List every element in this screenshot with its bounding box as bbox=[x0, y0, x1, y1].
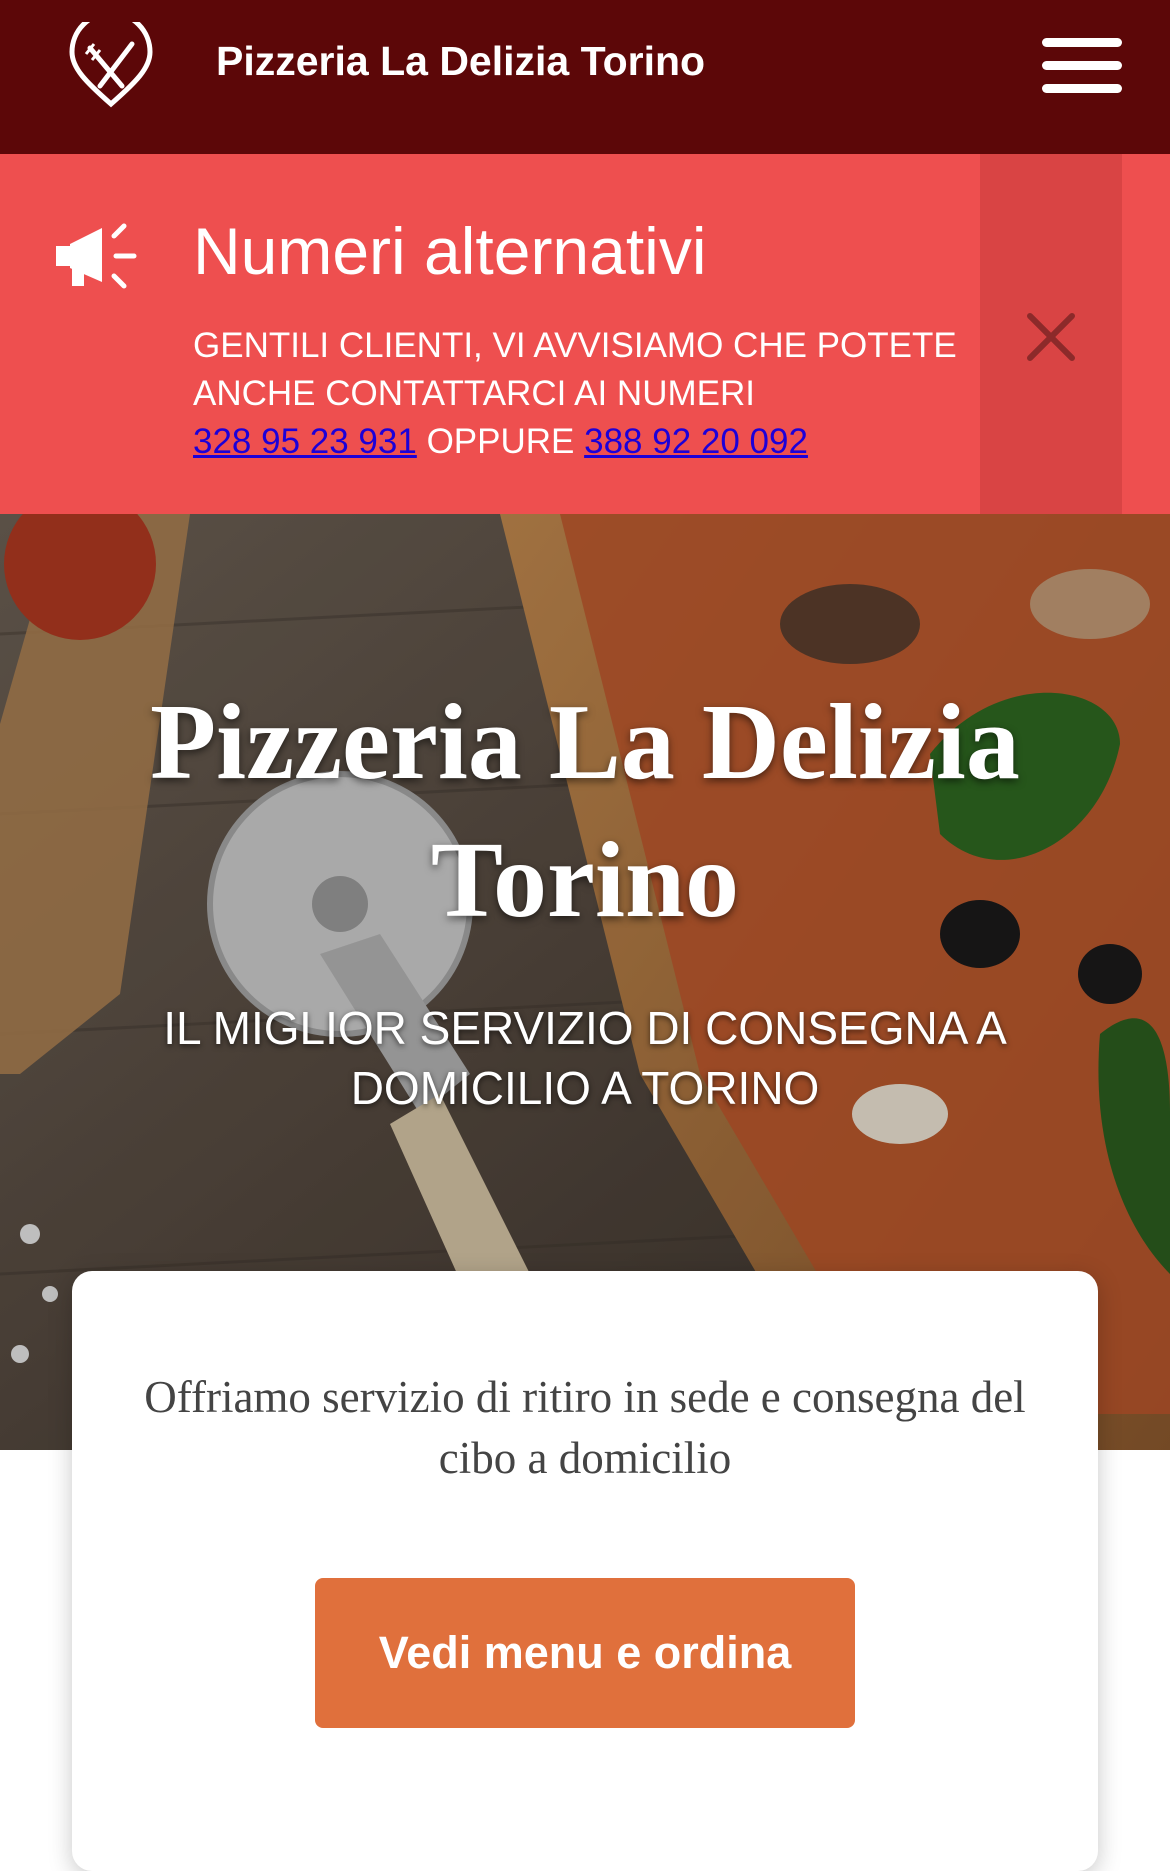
top-navbar: Pizzeria La Delizia Torino bbox=[0, 0, 1170, 154]
fork-knife-icon[interactable] bbox=[66, 22, 156, 108]
hamburger-menu-icon[interactable] bbox=[1042, 38, 1122, 94]
close-button[interactable] bbox=[980, 154, 1122, 514]
notice-message: GENTILI CLIENTI, VI AVVISIAMO CHE POTETE… bbox=[193, 326, 957, 413]
view-menu-order-button[interactable]: Vedi menu e ordina bbox=[315, 1578, 855, 1728]
notice-title: Numeri alternativi bbox=[193, 214, 707, 288]
phone-link-2[interactable]: 388 92 20 092 bbox=[584, 422, 808, 461]
close-icon bbox=[1027, 313, 1075, 361]
hero-subtitle: IL MIGLIOR SERVIZIO DI CONSEGNA A DOMICI… bbox=[163, 1002, 1007, 1114]
order-card: Offriamo servizio di ritiro in sede e co… bbox=[72, 1271, 1098, 1871]
megaphone-icon bbox=[56, 223, 137, 289]
alert-banner: Numeri alternativi GENTILI CLIENTI, VI A… bbox=[0, 154, 1170, 514]
notice-text: GENTILI CLIENTI, VI AVVISIAMO CHE POTETE… bbox=[193, 322, 963, 466]
site-brand[interactable]: Pizzeria La Delizia Torino bbox=[216, 34, 705, 88]
service-description: Offriamo servizio di ritiro in sede e co… bbox=[144, 1372, 1026, 1483]
phone-link-1[interactable]: 328 95 23 931 bbox=[193, 422, 417, 461]
hero-title: Pizzeria La Delizia Torino bbox=[150, 683, 1020, 940]
notice-joiner: OPPURE bbox=[426, 422, 575, 461]
